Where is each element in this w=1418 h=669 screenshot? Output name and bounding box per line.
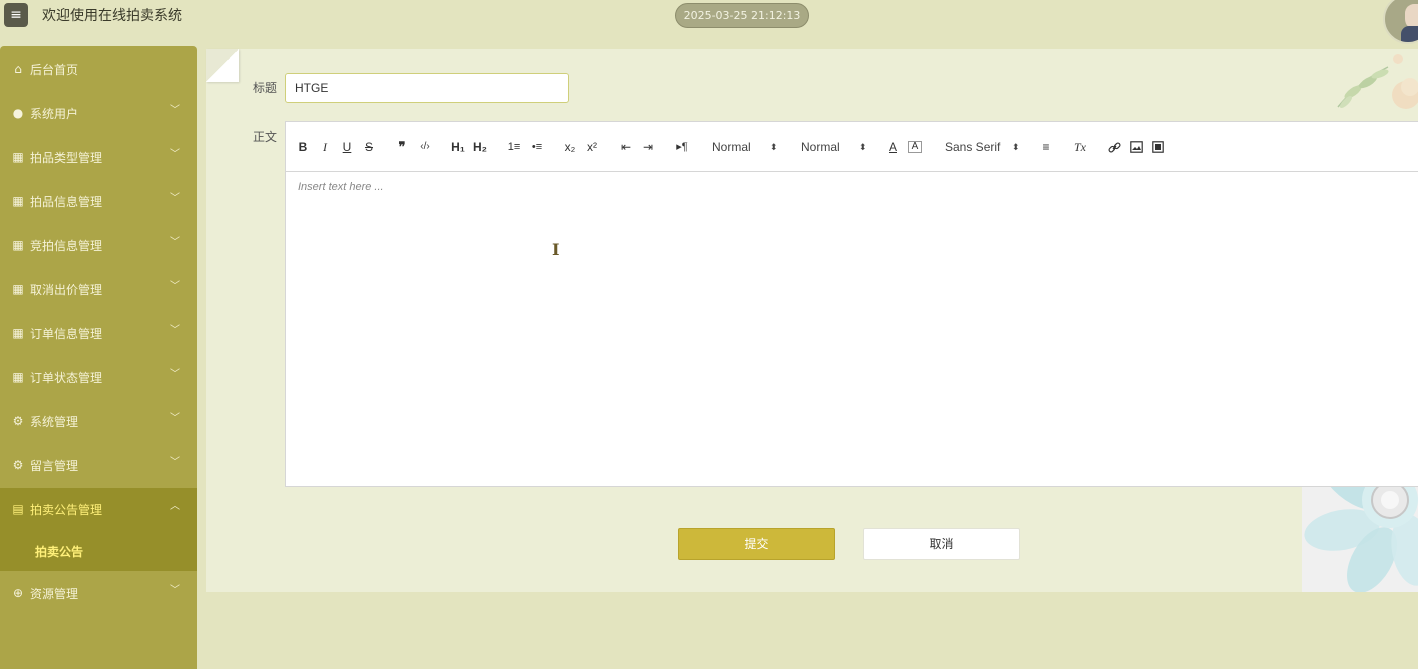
- sidebar-item-messages[interactable]: ⚙ 留言管理 ﹀: [0, 444, 197, 488]
- sidebar-item-order-status[interactable]: ▦ 订单状态管理 ﹀: [0, 356, 197, 400]
- chevron-down-icon: ﹀: [170, 149, 180, 160]
- chevron-down-icon: ﹀: [170, 105, 180, 116]
- sidebar-item-item-info[interactable]: ▦ 拍品信息管理 ﹀: [0, 180, 197, 224]
- editor-placeholder[interactable]: Insert text here ...: [298, 181, 384, 193]
- body-label: 正文: [253, 130, 278, 144]
- link-icon[interactable]: [1106, 138, 1122, 156]
- sidebar-item-resources[interactable]: ⊕ 资源管理 ﹀: [0, 572, 197, 616]
- image-icon[interactable]: [1128, 138, 1144, 156]
- page-corner-fold: [206, 49, 239, 82]
- italic-button[interactable]: I: [318, 138, 332, 156]
- sidebar-item-label: 系统管理: [30, 415, 79, 429]
- subscript-button[interactable]: x₂: [562, 138, 578, 156]
- size-picker[interactable]: Normal ⬍: [712, 138, 782, 156]
- text-cursor-icon: I: [552, 240, 560, 259]
- cancel-button[interactable]: 取消: [863, 528, 1020, 560]
- avatar-body: [1401, 26, 1418, 42]
- user-icon: ●: [12, 106, 24, 120]
- clean-format-icon[interactable]: Tx: [1072, 138, 1088, 156]
- sidebar-item-item-types[interactable]: ▦ 拍品类型管理 ﹀: [0, 136, 197, 180]
- floral-decoration-top: [1318, 47, 1418, 119]
- dashboard-icon: ▦: [12, 326, 24, 340]
- updown-icon: ⬍: [859, 142, 867, 152]
- sidebar-item-cancel-bids[interactable]: ▦ 取消出价管理 ﹀: [0, 268, 197, 312]
- sidebar-item-label: 拍品类型管理: [30, 151, 103, 165]
- chevron-up-icon: ︿: [170, 501, 180, 512]
- home-icon: ⌂: [14, 62, 22, 76]
- header-picker[interactable]: Normal ⬍: [801, 138, 871, 156]
- title-label: 标题: [253, 81, 278, 95]
- sidebar-item-label: 后台首页: [30, 63, 79, 77]
- sidebar-item-bids[interactable]: ▦ 竞拍信息管理 ﹀: [0, 224, 197, 268]
- bold-button[interactable]: B: [296, 138, 310, 156]
- h2-button[interactable]: H₂: [471, 138, 489, 156]
- document-icon: ▤: [12, 502, 24, 516]
- plus-circle-icon: ⊕: [12, 586, 24, 600]
- chevron-down-icon: ﹀: [170, 457, 180, 468]
- datetime-badge: 2025-03-25 21:12:13: [675, 3, 809, 28]
- background-color-icon[interactable]: A: [908, 141, 922, 153]
- superscript-button[interactable]: x²: [584, 138, 600, 156]
- dashboard-icon: ▦: [12, 150, 24, 164]
- dashboard-icon: ▦: [12, 282, 24, 296]
- hamburger-icon[interactable]: ≡: [4, 3, 28, 27]
- sidebar-item-label: 资源管理: [30, 587, 79, 601]
- underline-button[interactable]: U: [340, 138, 354, 156]
- gear-icon: ⚙: [12, 414, 24, 428]
- chevron-down-icon: ﹀: [170, 325, 180, 336]
- chevron-down-icon: ﹀: [170, 413, 180, 424]
- sidebar-item-system-users[interactable]: ● 系统用户 ﹀: [0, 92, 197, 136]
- updown-icon: ⬍: [1012, 142, 1020, 152]
- sidebar-subitem-announcement[interactable]: 拍卖公告: [35, 544, 83, 560]
- chevron-down-icon: ﹀: [170, 281, 180, 292]
- submit-button[interactable]: 提交: [678, 528, 835, 560]
- code-block-button[interactable]: ‹/›: [416, 138, 434, 156]
- sidebar-item-orders[interactable]: ▦ 订单信息管理 ﹀: [0, 312, 197, 356]
- h1-button[interactable]: H₁: [449, 138, 467, 156]
- chevron-down-icon: ﹀: [170, 585, 180, 596]
- title-input[interactable]: HTGE: [285, 73, 569, 103]
- video-icon[interactable]: [1150, 138, 1166, 156]
- sidebar-item-label: 订单信息管理: [30, 327, 103, 341]
- dashboard-icon: ▦: [12, 194, 24, 208]
- sidebar-item-label: 拍品信息管理: [30, 195, 103, 209]
- chevron-down-icon: ﹀: [170, 193, 180, 204]
- editor-toolbar: B I U S ❞ ‹/› H₁ H₂ 1≡ •≡ x₂ x² ⇤ ⇥ ▸¶ N…: [286, 122, 1418, 172]
- strike-button[interactable]: S: [362, 138, 376, 156]
- top-header: ≡ 欢迎使用在线拍卖系统 2025-03-25 21:12:13: [0, 0, 1418, 46]
- font-picker[interactable]: Sans Serif ⬍: [945, 138, 1023, 156]
- sidebar-item-announcements[interactable]: ▤ 拍卖公告管理 ︿: [0, 488, 197, 532]
- align-icon[interactable]: ≡: [1038, 138, 1054, 156]
- ordered-list-button[interactable]: 1≡: [505, 138, 523, 156]
- avatar[interactable]: [1383, 0, 1418, 44]
- indent-button[interactable]: ⇥: [640, 138, 656, 156]
- dashboard-icon: ▦: [12, 370, 24, 384]
- sidebar-item-label: 取消出价管理: [30, 283, 103, 297]
- font-picker-value: Sans Serif: [945, 140, 1001, 154]
- updown-icon: ⬍: [770, 142, 778, 152]
- app-title: 欢迎使用在线拍卖系统: [42, 8, 182, 24]
- blockquote-button[interactable]: ❞: [394, 138, 410, 156]
- sidebar-item-label: 留言管理: [30, 459, 79, 473]
- chevron-down-icon: ﹀: [170, 237, 180, 248]
- dashboard-icon: ▦: [12, 238, 24, 252]
- sidebar-item-label: 竞拍信息管理: [30, 239, 103, 253]
- chevron-down-icon: ﹀: [170, 369, 180, 380]
- text-color-icon[interactable]: A: [886, 138, 900, 156]
- sidebar-item-home[interactable]: ⌂ 后台首页: [0, 48, 197, 92]
- sidebar-item-label: 拍卖公告管理: [30, 503, 103, 517]
- sidebar-item-label: 订单状态管理: [30, 371, 103, 385]
- submenu-area: [0, 531, 197, 571]
- sidebar-item-label: 系统用户: [30, 107, 79, 121]
- outdent-button[interactable]: ⇤: [618, 138, 634, 156]
- text-direction-button[interactable]: ▸¶: [673, 138, 691, 156]
- bullet-list-button[interactable]: •≡: [528, 138, 546, 156]
- header-picker-value: Normal: [801, 140, 840, 154]
- gear-icon: ⚙: [12, 458, 24, 472]
- rich-text-editor: B I U S ❞ ‹/› H₁ H₂ 1≡ •≡ x₂ x² ⇤ ⇥ ▸¶ N…: [285, 121, 1418, 487]
- sidebar-item-system-management[interactable]: ⚙ 系统管理 ﹀: [0, 400, 197, 444]
- size-picker-value: Normal: [712, 140, 751, 154]
